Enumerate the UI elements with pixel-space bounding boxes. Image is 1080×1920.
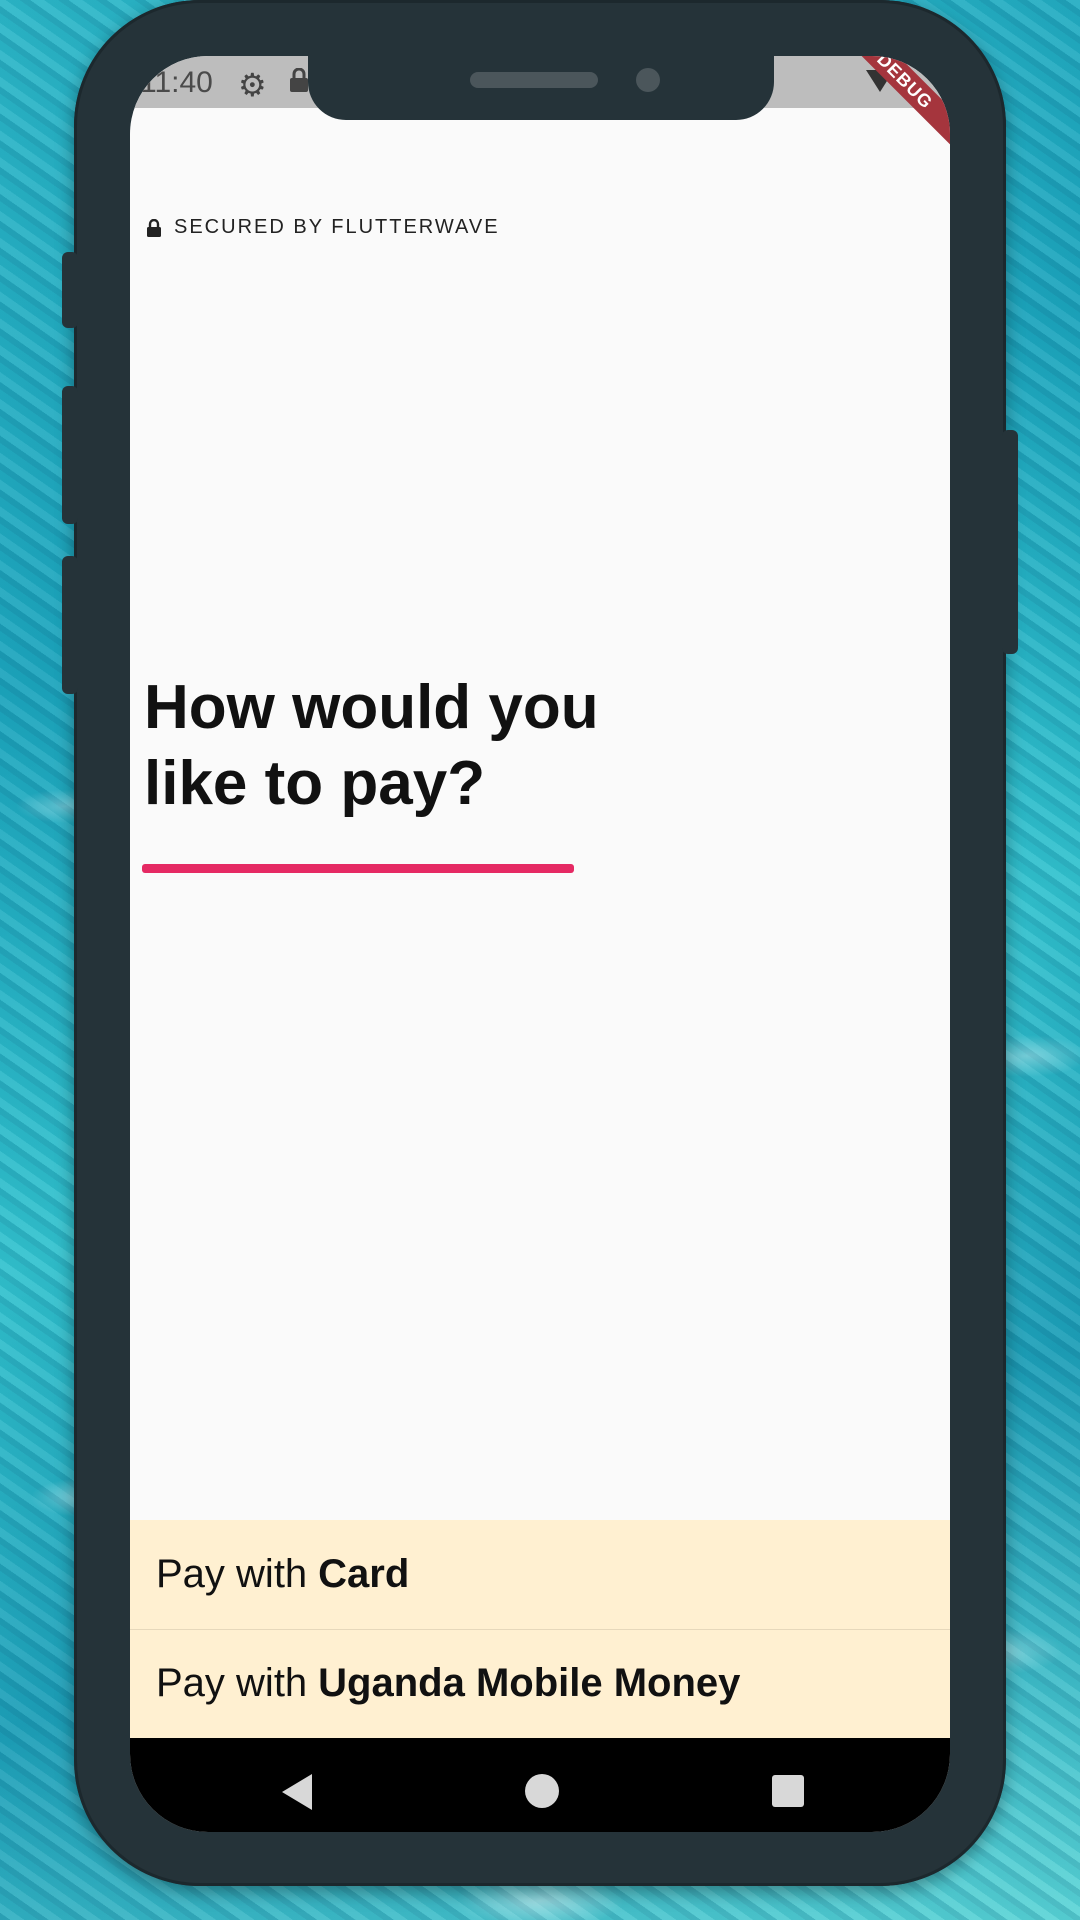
lock-icon: [288, 67, 310, 92]
pay-with-mobile-money-button[interactable]: Pay with Uganda Mobile Money: [130, 1629, 950, 1737]
option-prefix: Pay with: [156, 1661, 308, 1705]
secured-by-label: SECURED BY FLUTTERWAVE: [146, 216, 500, 239]
title-underline: [142, 864, 574, 873]
system-nav-bar: [130, 1738, 950, 1832]
status-time: 11:40: [140, 66, 213, 99]
speaker-grille: [470, 72, 598, 88]
home-icon[interactable]: [525, 1774, 559, 1808]
gear-icon: ⚙: [238, 67, 267, 103]
notch: [308, 56, 774, 120]
app-screen: 11:40 ⚙ DEBUG SECURED BY FLUTTERWAVE How…: [130, 56, 950, 1832]
payment-options: Pay with Card Pay with Uganda Mobile Money: [130, 1520, 950, 1738]
side-button-volume-up: [62, 386, 78, 524]
back-icon[interactable]: [282, 1774, 312, 1810]
side-button-volume-down: [62, 556, 78, 694]
option-method: Uganda Mobile Money: [318, 1661, 741, 1705]
lock-icon: [146, 218, 162, 237]
option-prefix: Pay with: [156, 1551, 308, 1596]
page-title: How would you like to pay?: [144, 673, 599, 818]
secured-text: SECURED BY FLUTTERWAVE: [174, 216, 500, 238]
option-method: Card: [318, 1551, 410, 1596]
side-button-mute: [62, 252, 78, 328]
front-camera: [636, 68, 660, 92]
side-button-power: [1002, 430, 1018, 654]
recents-icon[interactable]: [772, 1775, 804, 1807]
pay-with-card-button[interactable]: Pay with Card: [130, 1520, 950, 1628]
